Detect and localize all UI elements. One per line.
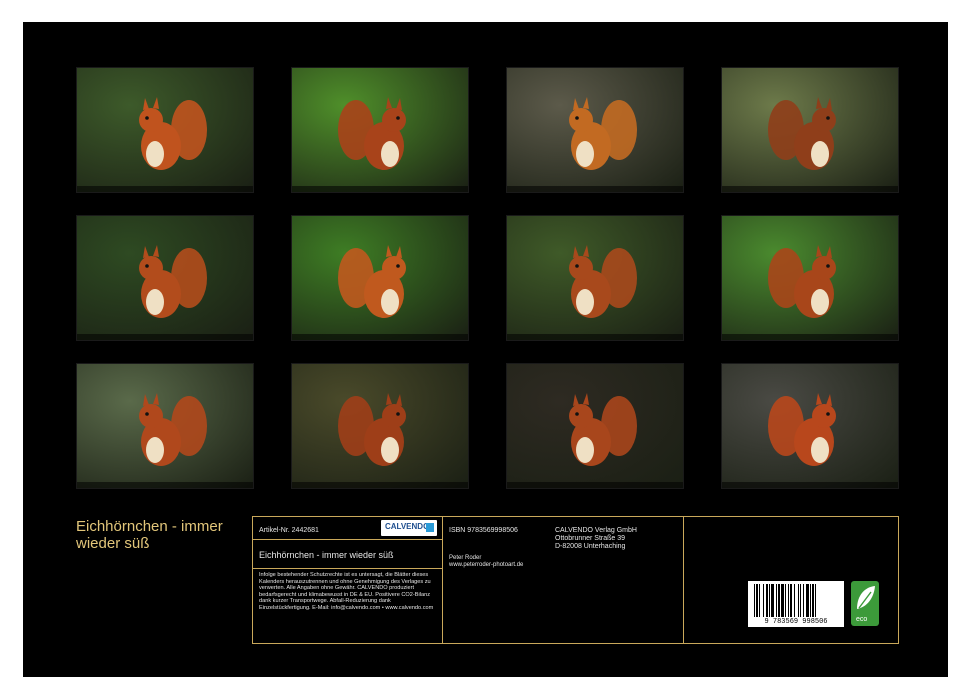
barcode-bar [810,584,811,617]
barcode-bar [790,584,792,617]
photo-november [506,363,684,489]
mini-calendar-strip [722,186,898,192]
publisher-name: CALVENDO Verlag GmbH [555,527,637,534]
barcode-bar [771,584,774,617]
squirrel-illustration [569,393,637,466]
mini-calendar-strip [507,186,683,192]
product-info-box: Artikel-Nr. 2442681 CALVENDO Eichhörnche… [252,516,899,644]
brand-mark-icon [426,523,434,532]
squirrel-illustration [338,393,406,466]
barcode-bar [794,584,795,617]
barcode-bar [763,584,764,617]
barcode-bar [815,584,816,617]
photo-january [76,67,254,193]
photo-may [76,215,254,341]
photo-october [291,363,469,489]
eco-label: eco [856,616,868,623]
squirrel-illustration [768,393,836,466]
publisher-city: D-82008 Unterhaching [555,543,626,550]
squirrel-illustration [139,245,207,318]
mini-calendar-strip [507,482,683,488]
squirrel-illustration [338,245,406,318]
legal-notice: Infolge bestehender Schutzrechte ist es … [259,572,434,611]
mini-calendar-strip [77,186,253,192]
calvendo-logo: CALVENDO [381,520,437,536]
photo-february [291,67,469,193]
author-website: www.peterroder-photoart.de [449,562,524,568]
mini-calendar-strip [77,482,253,488]
cover-title: Eichhörnchen - immer wieder süß [76,518,223,552]
mini-calendar-strip [507,334,683,340]
eco-leaf-icon: eco [851,581,879,626]
squirrel-illustration [569,245,637,318]
barcode-bar [769,584,770,617]
barcode-bar [798,584,799,617]
mini-calendar-strip [722,482,898,488]
barcode-bar [778,584,780,617]
photo-september [76,363,254,489]
photo-april [721,67,899,193]
barcode-bar [800,584,801,617]
squirrel-illustration [768,97,836,170]
barcode-bar [776,584,777,617]
mini-calendar-strip [292,186,468,192]
mini-calendar-strip [722,334,898,340]
photo-june [291,215,469,341]
barcode-bar [754,584,755,617]
barcode-bar [803,584,804,617]
mini-calendar-strip [292,334,468,340]
photo-december [721,363,899,489]
squirrel-illustration [338,97,406,170]
squirrel-illustration [569,97,637,170]
barcode-bars [754,584,816,617]
barcode-bar [812,584,814,617]
barcode-bar [759,584,760,617]
photo-july [506,215,684,341]
isbn: ISBN 9783569998506 [449,527,518,534]
mini-calendar-strip [292,482,468,488]
barcode-number: 9 783569 998506 [764,618,828,626]
product-title: Eichhörnchen - immer wieder süß [259,550,394,560]
barcode-bar [788,584,789,617]
photo-august [721,215,899,341]
barcode-bar [806,584,809,617]
squirrel-illustration [139,393,207,466]
barcode-bar [781,584,784,617]
squirrel-illustration [139,97,207,170]
leaf-icon [857,586,875,609]
isbn-barcode: 9 783569 998506 [748,581,844,627]
barcode-bar [766,584,768,617]
barcode-bar [756,584,758,617]
publisher-street: Ottobrunner Straße 39 [555,535,626,542]
mini-calendar-strip [77,334,253,340]
squirrel-illustration [768,245,836,318]
brand-label: CALVENDO [385,522,430,531]
article-number: Artikel-Nr. 2442681 [259,527,319,534]
barcode-bar [785,584,786,617]
photo-march [506,67,684,193]
